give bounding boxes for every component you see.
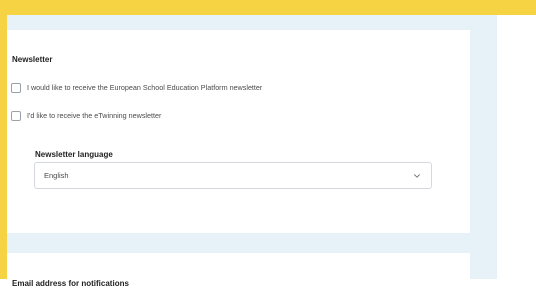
newsletter-card: Newsletter I would like to receive the E… [7,30,470,233]
settings-panel: Newsletter I would like to receive the E… [7,15,497,293]
email-notifications-card: Email address for notifications [7,253,470,293]
newsletter-option-etwinning[interactable]: I'd like to receive the eTwinning newsle… [11,110,161,122]
newsletter-language-value: English [44,171,69,180]
newsletter-language-select[interactable]: English [34,162,432,189]
top-accent-band [0,0,536,15]
etwinning-newsletter-label: I'd like to receive the eTwinning newsle… [27,111,162,120]
esep-newsletter-label: I would like to receive the European Sch… [27,83,263,92]
newsletter-section-title: Newsletter [12,55,53,64]
etwinning-newsletter-checkbox[interactable] [11,111,21,121]
left-accent-band [0,0,7,279]
newsletter-option-esep[interactable]: I would like to receive the European Sch… [11,82,262,94]
email-section-title: Email address for notifications [12,279,129,288]
esep-newsletter-checkbox[interactable] [11,83,21,93]
newsletter-language-label: Newsletter language [35,150,113,159]
chevron-down-icon [414,174,420,178]
